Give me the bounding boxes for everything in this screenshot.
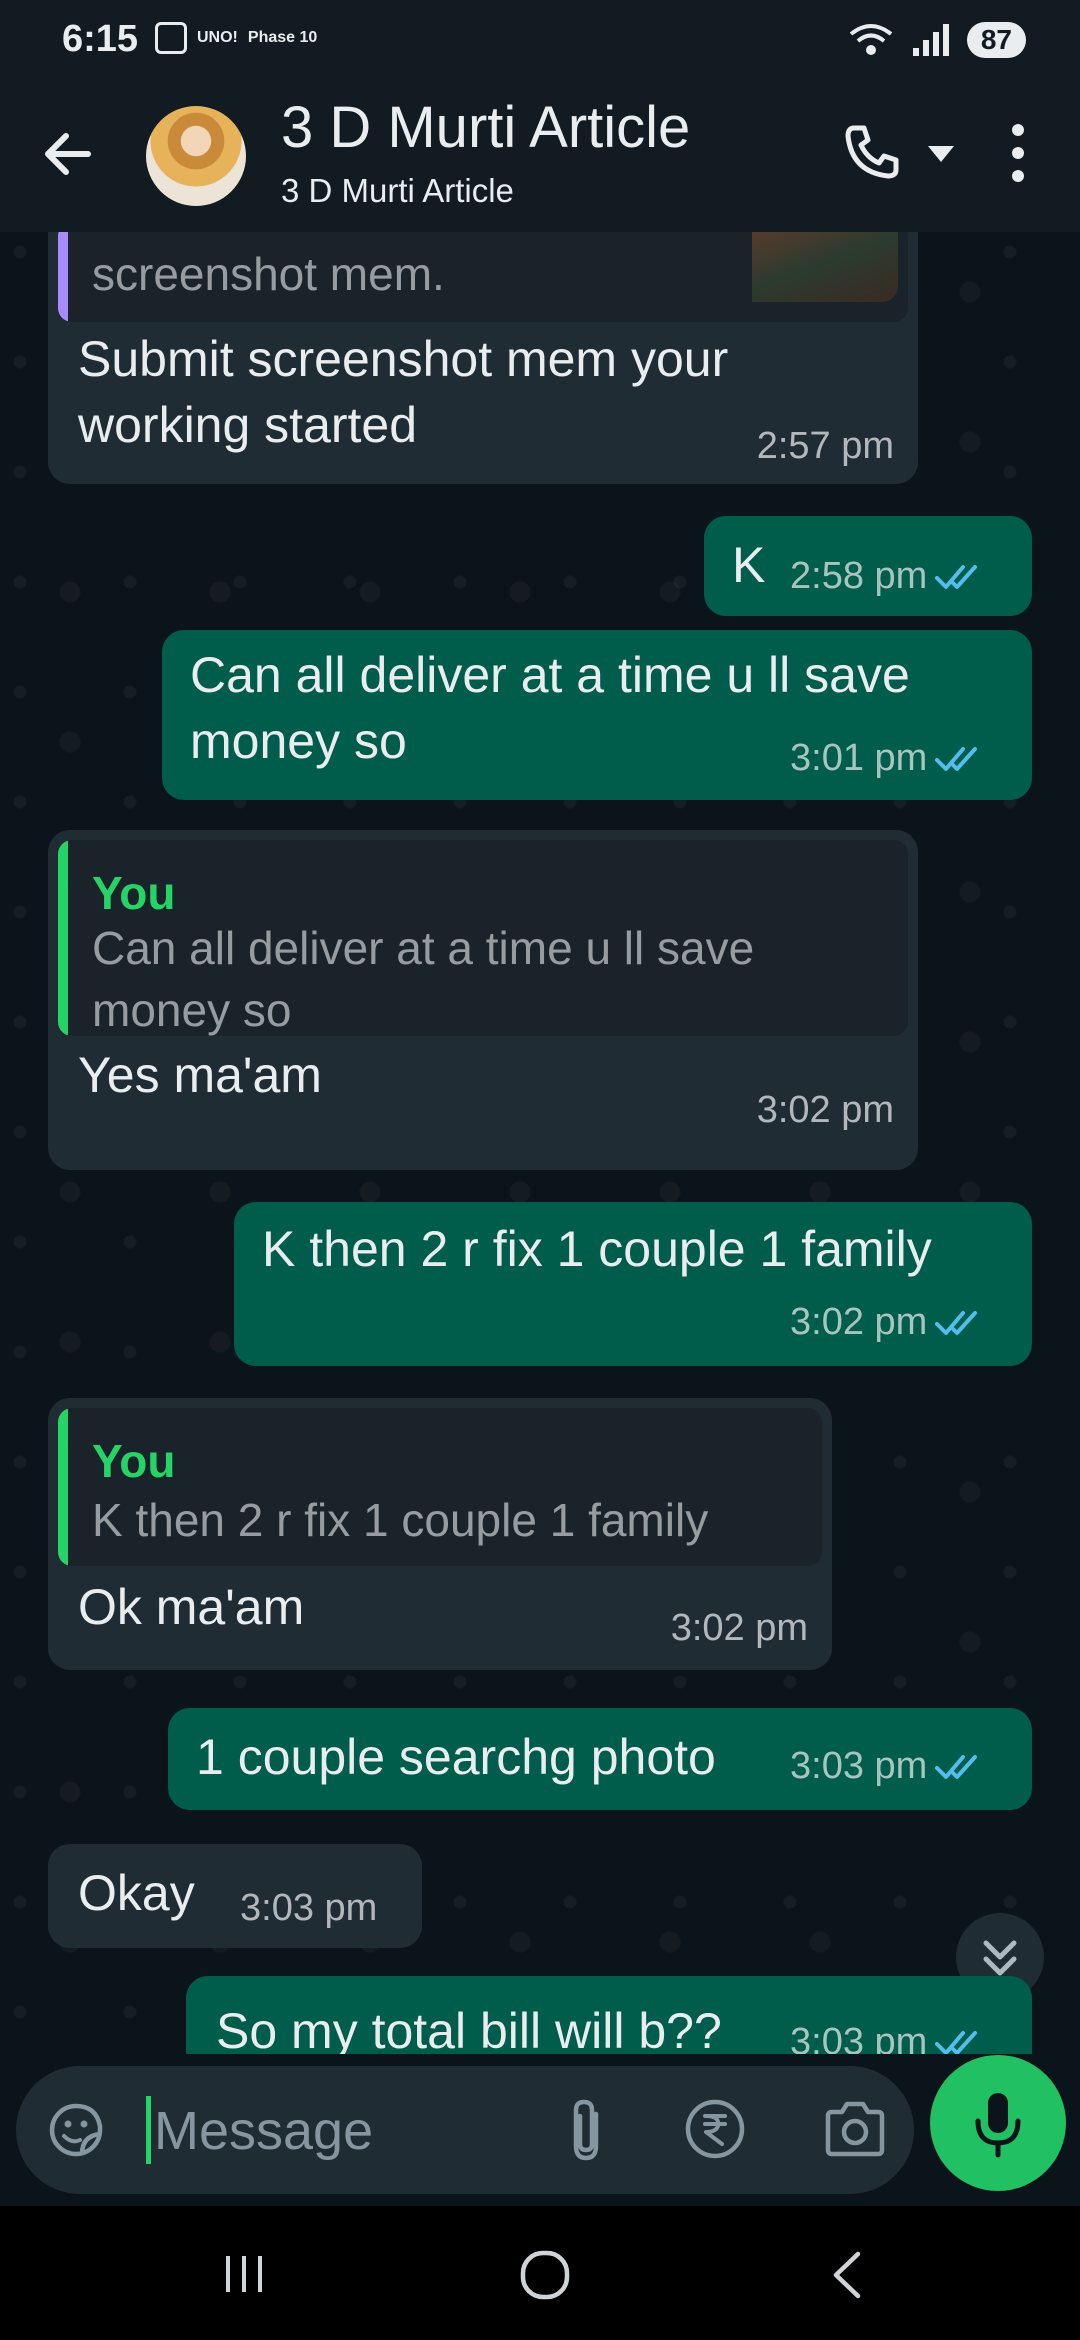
message-outgoing[interactable]: So my total bill will b?? 3:03 pm [186, 1976, 1032, 2054]
message-time: 3:03 pm [790, 1746, 981, 1786]
camera-button[interactable] [822, 2098, 888, 2160]
message-text: Submit screenshot mem your [78, 331, 729, 387]
message-time: 3:02 pm [756, 1089, 894, 1131]
message-time-label: 3:01 pm [790, 737, 928, 779]
chat-screen: 6:15 UNO! Phase 10 87 3 D Murti Article … [0, 0, 1080, 2340]
quote-text: money so [92, 984, 292, 1036]
call-options-button[interactable] [924, 142, 958, 166]
quote-text: K then 2 r fix 1 couple 1 family [92, 1494, 709, 1546]
quote-text: Can all deliver at a time u ll save [92, 922, 755, 974]
nav-recents-icon [226, 2256, 262, 2292]
voice-message-button[interactable] [930, 2055, 1066, 2191]
message-text: Yes ma'am [78, 1047, 322, 1103]
quoted-message[interactable]: You K then 2 r fix 1 couple 1 family [58, 1408, 822, 1566]
message-incoming[interactable]: Okay 3:03 pm [48, 1844, 422, 1948]
emoji-button[interactable] [46, 2100, 106, 2160]
avatar[interactable] [146, 106, 246, 206]
uno-app-icon: UNO! [197, 29, 238, 46]
message-text: Okay [78, 1865, 195, 1921]
message-list[interactable]: screenshot mem. Submit screenshot mem yo… [0, 232, 1080, 2054]
signal-icon [912, 24, 949, 56]
message-input[interactable] [152, 2092, 536, 2170]
message-outgoing[interactable]: 1 couple searchg photo 3:03 pm [168, 1708, 1032, 1810]
screenshot-notification-icon [155, 22, 187, 54]
status-bar: 6:15 UNO! Phase 10 87 [0, 0, 1080, 82]
message-text: Can all deliver at a time u ll save [190, 647, 910, 703]
message-text: So my total bill will b?? [216, 2003, 722, 2054]
text-caret [146, 2096, 151, 2164]
message-time: 3:03 pm [240, 1887, 378, 1929]
message-outgoing[interactable]: K then 2 r fix 1 couple 1 family 3:02 pm [234, 1202, 1032, 1366]
message-outgoing[interactable]: Can all deliver at a time u ll save mone… [162, 630, 1032, 800]
message-incoming[interactable]: screenshot mem. Submit screenshot mem yo… [48, 232, 918, 484]
status-time: 6:15 [62, 18, 139, 60]
double-check-icon [935, 565, 978, 589]
message-text: Ok ma'am [78, 1579, 305, 1635]
message-text: K [732, 537, 766, 593]
home-button[interactable] [518, 2248, 572, 2302]
back-arrow-icon [45, 133, 91, 175]
message-text: 1 couple searchg photo [196, 1729, 716, 1785]
back-button[interactable] [36, 122, 100, 186]
message-text: K then 2 r fix 1 couple 1 family [262, 1221, 932, 1277]
quote-text: screenshot mem. [92, 248, 445, 300]
double-check-icon [935, 2031, 978, 2054]
message-time: 3:01 pm [790, 738, 981, 778]
message-time-label: 3:03 pm [790, 1745, 928, 1787]
message-text: working started [78, 397, 418, 453]
quote-bar [58, 840, 68, 1036]
attach-button[interactable] [558, 2096, 618, 2166]
rupee-icon [685, 2099, 745, 2159]
payment-button[interactable] [682, 2096, 748, 2162]
double-check-icon [935, 1311, 978, 1335]
message-time: 3:03 pm [790, 2022, 981, 2054]
camera-icon [825, 2101, 885, 2157]
emoji-icon [49, 2103, 103, 2157]
nav-back-icon [833, 2251, 861, 2299]
message-time: 2:57 pm [756, 425, 894, 467]
phase10-app-icon: Phase 10 [247, 29, 318, 46]
battery-indicator: 87 [966, 22, 1026, 58]
system-nav-bar [0, 2206, 1080, 2340]
wifi-icon [849, 24, 893, 55]
more-options-button[interactable] [1000, 118, 1036, 188]
recents-button[interactable] [222, 2252, 266, 2296]
quote-bar [58, 232, 68, 322]
phone-icon [845, 125, 899, 179]
composer [0, 2054, 1080, 2206]
mic-icon [975, 2093, 1021, 2158]
paperclip-icon [573, 2099, 599, 2161]
chat-title[interactable]: 3 D Murti Article [281, 94, 690, 161]
message-time: 3:02 pm [670, 1607, 808, 1649]
nav-home-icon [520, 2250, 570, 2300]
message-time: 2:58 pm [790, 556, 981, 596]
message-incoming[interactable]: You K then 2 r fix 1 couple 1 family Ok … [48, 1398, 832, 1670]
voice-call-button[interactable] [840, 120, 904, 184]
message-input-bar [16, 2066, 914, 2194]
quoted-message[interactable]: screenshot mem. [58, 232, 908, 322]
quote-thumbnail [752, 232, 898, 302]
message-incoming[interactable]: You Can all deliver at a time u ll save … [48, 830, 918, 1170]
quote-bar [58, 1408, 68, 1566]
message-time-label: 2:58 pm [790, 555, 928, 597]
quote-author: You [92, 1435, 176, 1487]
more-vert-icon [1012, 124, 1024, 182]
message-time-label: 3:02 pm [790, 1301, 928, 1343]
message-text: money so [190, 713, 407, 769]
quoted-message[interactable]: You Can all deliver at a time u ll save … [58, 840, 908, 1036]
system-back-button[interactable] [826, 2248, 866, 2302]
caret-down-icon [928, 146, 954, 162]
message-time-label: 3:03 pm [790, 2021, 928, 2054]
double-check-icon [935, 1755, 978, 1779]
message-time: 3:02 pm [790, 1302, 981, 1342]
chat-header: 3 D Murti Article 3 D Murti Article [0, 82, 1080, 232]
message-outgoing[interactable]: K 2:58 pm [704, 516, 1032, 616]
status-notification-icons: UNO! Phase 10 [155, 22, 317, 54]
double-check-icon [935, 747, 978, 771]
status-right: 87 [847, 22, 1026, 58]
chat-subtitle[interactable]: 3 D Murti Article [281, 172, 514, 210]
